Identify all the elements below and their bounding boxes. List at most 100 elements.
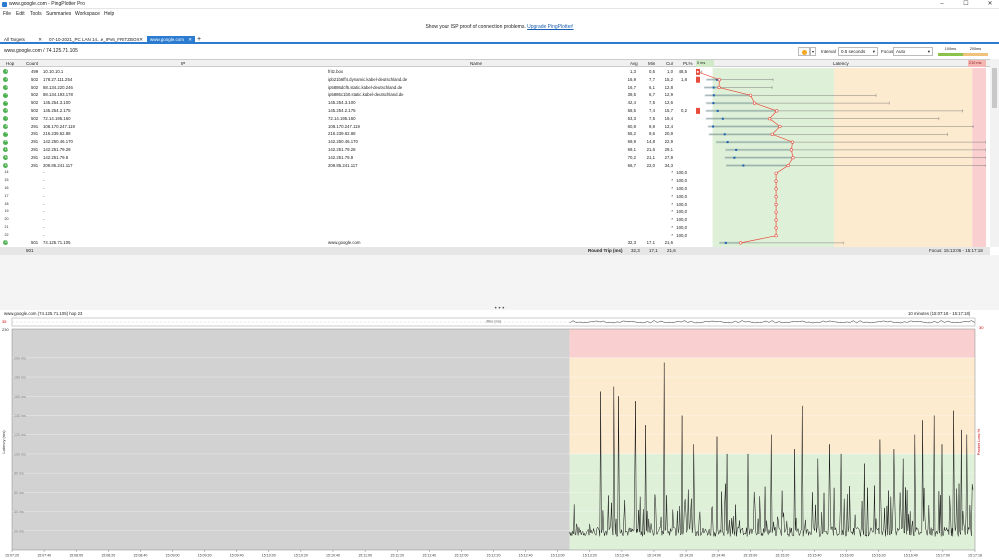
hop-avg: 39,5 [627,92,636,98]
hop-min: 21,6 [646,147,655,152]
menu-file[interactable]: File [3,11,11,17]
title-bar: www.google.com - PingPlotter Pro – ☐ ✕ [0,0,999,9]
hop-pl: 100,0 [676,178,687,184]
x-tick-label: 15:12:00 [454,554,468,558]
hop-number: 19 [4,209,9,214]
tab-label: All Targets [4,37,25,42]
add-tab-button[interactable]: + [196,36,204,44]
hop-count: 291 [31,147,39,152]
hop-number: 14 [4,170,9,175]
col-count[interactable]: Count [26,61,38,66]
y-tick-label: 160 ms [14,395,26,399]
col-ip[interactable]: IP [181,61,185,66]
focus-label: Focus [881,49,894,54]
col-hop[interactable]: Hop [6,61,14,66]
x-tick-label: 15:12:20 [487,554,501,558]
close-icon[interactable]: ✕ [38,36,42,44]
hop-ip: 108.170.247.119 [43,123,75,129]
table-scroll-thumb[interactable] [992,68,997,108]
avg-latency-point [774,226,778,230]
close-icon[interactable]: ✕ [139,36,143,44]
x-tick-label: 15:16:20 [872,554,886,558]
close-icon[interactable]: ✕ [188,36,192,44]
hop-current-marker [726,141,729,144]
hop-number: 2 [5,76,8,81]
col-avg[interactable]: Avg [630,61,638,66]
col-cur[interactable]: Cur [666,61,673,66]
hop-min: 8,9 [649,123,655,129]
col-name[interactable]: Name [470,61,482,66]
chevron-down-icon: ▾ [872,49,875,54]
x-tick-label: 15:07:20 [5,554,19,558]
hop-min: 17,1 [646,240,655,245]
x-tick-label: 15:15:20 [775,554,789,558]
hop-min: 7,4 [649,108,655,113]
jitter-label: Jitter (ms) [486,320,502,324]
trace-toggle-button[interactable] [798,47,810,56]
avg-latency-point [752,101,757,105]
avg-latency-point [774,187,778,191]
menu-tools[interactable]: Tools [30,11,42,17]
jitter-left-value: 35 [2,319,7,324]
hop-min: 6,1 [649,84,655,90]
hop-min: 0,5 [649,69,655,74]
hop-cur: 19,4 [664,115,673,121]
minimize-button[interactable]: – [934,0,950,9]
chevron-down-icon[interactable]: ▾ [810,47,816,56]
avg-latency-point [774,218,778,222]
tab-all-targets[interactable]: All Targets ✕ [1,36,45,44]
hop-current-marker [742,164,745,167]
hop-ip: 88.134.220.246 [43,84,73,90]
col-latency: Latency [833,61,849,66]
x-tick-label: 15:15:00 [743,554,757,558]
menu-edit[interactable]: Edit [16,11,25,17]
focus-value: Auto [896,49,906,54]
menu-help[interactable]: Help [104,11,114,17]
interval-select[interactable]: 0.5 seconds ▾ [838,47,878,56]
hop-number: 18 [4,201,9,206]
trace-table-header: Hop Count IP Name Avg Min Cur PL% 0 ms L… [0,59,990,67]
menu-workspace[interactable]: Workspace [75,11,100,17]
x-tick-label: 15:13:20 [583,554,597,558]
tab-google[interactable]: www.google.com ✕ [147,36,195,44]
hop-pl: 1,8 [681,76,687,82]
focus-select[interactable]: Auto ▾ [893,47,933,56]
hop-min: 7,7 [649,76,655,82]
close-button[interactable]: ✕ [982,0,998,9]
rt-cur: 21,6 [667,248,676,253]
avg-latency-point [774,202,778,207]
x-tick-label: 15:14:20 [679,554,693,558]
x-tick-label: 15:14:40 [711,554,725,558]
hop-pl: 0,2 [681,108,687,113]
hop-min: 22,0 [646,162,655,168]
x-tick-label: 15:10:00 [262,554,276,558]
maximize-button[interactable]: ☐ [958,0,974,9]
upgrade-link[interactable]: Upgrade PingPlotter! [527,24,573,30]
chevron-down-icon: ▾ [927,49,930,54]
hop-cur: 34,3 [664,162,673,168]
hop-ip: - [43,170,45,176]
zone-bad [569,329,975,358]
x-tick-label: 15:17:00 [936,554,950,558]
rt-avg: 32,3 [631,248,640,253]
scale-min-label: 0 ms [697,61,706,65]
hop-pl: 100,0 [676,232,687,238]
x-tick-label: 15:09:20 [198,554,212,558]
x-tick-label: 15:16:40 [904,554,918,558]
avg-latency-point [717,78,721,82]
timeline-graph[interactable]: Jitter (ms) 35 30 200 ms 180 ms 160 ms 140 ms 1… [0,317,999,560]
x-tick-label: 15:12:40 [519,554,533,558]
hop-cur: 12,9 [664,92,673,98]
menu-summaries[interactable]: Summaries [46,11,71,17]
avg-latency-point [774,210,778,214]
hop-name: 209.85.241.117 [328,162,358,168]
hop-avg: 66,7 [627,162,636,168]
hop-count: 502 [31,76,39,82]
x-tick-label: 15:15:40 [808,554,822,558]
tab-saved-session[interactable]: 07-10-2021_PC LAN 14...e_IPv6_FRITZBOX ✕ [46,36,146,44]
col-pl[interactable]: PL% [683,61,693,66]
col-min[interactable]: Min [648,61,655,66]
hop-ip: - [43,225,45,230]
hop-avg: 69,9 [627,139,636,145]
x-tick-label: 15:09:00 [166,554,180,558]
